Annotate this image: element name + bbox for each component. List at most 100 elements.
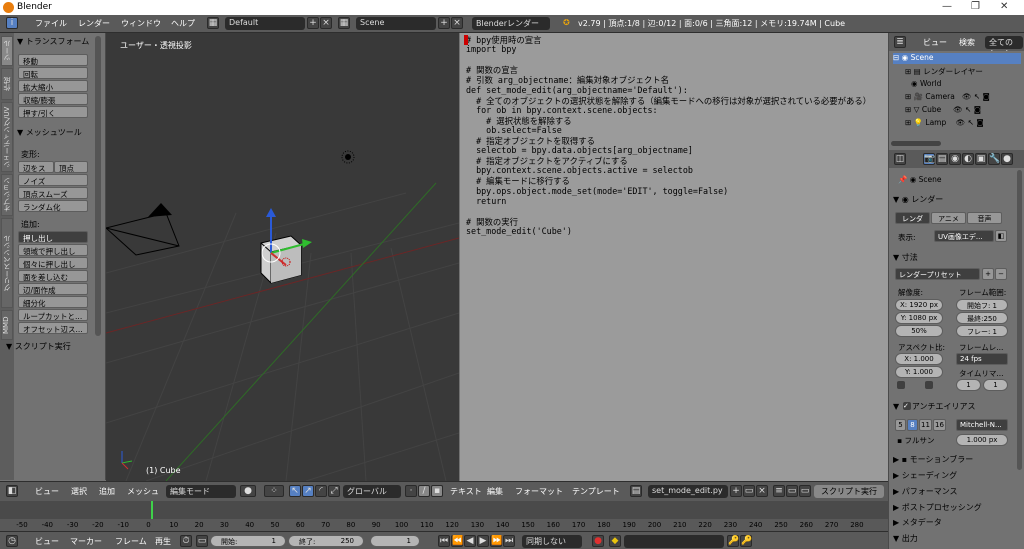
start-end-lock-icon[interactable]: ▭ — [196, 535, 208, 547]
text-menu-format[interactable]: フォーマット — [515, 486, 563, 497]
subdivide-button[interactable]: 細分化 — [18, 296, 88, 308]
manipulator-toggle-icon[interactable]: ↖ — [289, 485, 301, 497]
outliner-scrollbar[interactable] — [891, 141, 941, 146]
randomize-button[interactable]: ランダム化 — [18, 200, 88, 212]
outliner-item-camera[interactable]: ⊞ 🎥 Camera 👁 ↖ ◙ — [905, 92, 990, 101]
frame-end-input[interactable]: 終了: 250 — [288, 535, 364, 547]
code-line[interactable]: set_mode_edit('Cube') — [466, 226, 572, 236]
resolution-x-field[interactable]: X: 1920 px — [895, 299, 943, 311]
frame-start-field[interactable]: 開始フ: 1 — [956, 299, 1008, 311]
preset-remove-button[interactable]: − — [995, 268, 1007, 280]
code-line[interactable]: import bpy — [466, 44, 516, 54]
antialiasing-panel-header[interactable]: ▼ ✓ アンチエイリアス — [893, 401, 976, 412]
unlink-text-button[interactable]: × — [756, 485, 768, 497]
sync-mode-select[interactable]: 同期しない — [522, 535, 582, 548]
shading-panel-header[interactable]: ▶ シェーディング — [893, 470, 957, 481]
info-editor-icon[interactable]: i — [6, 17, 18, 29]
timeline-menu-view[interactable]: ビュー — [35, 536, 59, 547]
maximize-button[interactable]: ❐ — [971, 1, 980, 12]
text-menu-edit[interactable]: 編集 — [487, 486, 503, 497]
metadata-panel-header[interactable]: ▶ メタデータ — [893, 517, 942, 528]
timeline[interactable]: -50 -40 -30 -20 -10 0 10 20 30 40 50 60 70 80 90 100 110… — [0, 501, 888, 531]
translate-button[interactable]: 移動 — [18, 54, 88, 66]
slide-edge-button[interactable]: 辺をス — [18, 161, 54, 173]
full-sample-checkbox[interactable]: ▪ フルサン — [897, 435, 934, 446]
crop-checkbox[interactable] — [925, 381, 933, 389]
tab-create[interactable]: 作成 — [1, 68, 13, 100]
mode-select[interactable]: 編集モード — [166, 485, 236, 498]
noise-button[interactable]: ノイズ — [18, 174, 88, 186]
smooth-vertex-button[interactable]: 頂点スムーズ — [18, 187, 88, 199]
syntax-highlight-toggle[interactable]: ▭ — [799, 485, 811, 497]
tab-options[interactable]: オプション — [1, 174, 13, 216]
code-line[interactable]: bpy.ops.object.mode_set(mode='EDIT', tog… — [466, 186, 728, 196]
scene-field[interactable]: Scene — [356, 17, 436, 30]
outliner-display-select[interactable]: 全てのシーン — [985, 36, 1023, 58]
current-frame-indicator[interactable] — [151, 501, 154, 519]
auto-keying-icon[interactable]: ● — [592, 535, 604, 547]
aa-filter-select[interactable]: Mitchell-N... — [956, 419, 1008, 431]
run-script-button[interactable]: スクリプト実行 — [814, 485, 884, 498]
viewport-menu-add[interactable]: 追加 — [99, 486, 115, 497]
code-line[interactable]: selectob = bpy.data.objects[arg_objectna… — [466, 145, 693, 155]
transform-orientation-select[interactable]: グローバル — [343, 485, 401, 498]
tab-mmd[interactable]: MMD — [1, 310, 13, 340]
motion-blur-panel-header[interactable]: ▶ ▪ モーションブラー — [893, 454, 973, 465]
insert-keyframe-icon[interactable]: 🔑 — [727, 535, 739, 547]
keying-set-field[interactable] — [624, 535, 724, 548]
outliner-item-render-layers[interactable]: ⊞ ▤ レンダーレイヤー — [905, 66, 983, 77]
loop-cut-button[interactable]: ループカットと... — [18, 309, 88, 321]
make-edge-face-button[interactable]: 辺/面作成 — [18, 283, 88, 295]
text-file-field[interactable]: set_mode_edit.py — [648, 485, 728, 498]
aa-samples-16[interactable]: 16 — [933, 419, 946, 431]
outliner-tree[interactable]: ⊟ ◉ Scene ⊞ ▤ レンダーレイヤー ◉ World ⊞ 🎥 Camer… — [889, 51, 1024, 146]
aspect-x-field[interactable]: X: 1.000 — [895, 353, 943, 365]
word-wrap-toggle[interactable]: ▭ — [786, 485, 798, 497]
resolution-percent-field[interactable]: 50% — [895, 325, 943, 337]
text-menu-templates[interactable]: テンプレート — [572, 486, 620, 497]
render-button[interactable]: レンダ — [895, 212, 930, 224]
3d-viewport[interactable]: ユーザー・透視投影 (1) Cube — [106, 33, 459, 481]
code-line[interactable]: ob.select=False — [466, 125, 562, 135]
open-text-button[interactable]: ▭ — [743, 485, 755, 497]
rotate-button[interactable]: 回転 — [18, 67, 88, 79]
toolshelf-scrollbar[interactable] — [95, 36, 101, 336]
layout-icon[interactable]: ▦ — [207, 17, 219, 29]
display-lock-icon[interactable]: ◧ — [995, 230, 1007, 242]
aa-filter-size-field[interactable]: 1.000 px — [956, 434, 1008, 446]
timeline-menu-frame[interactable]: フレーム — [115, 536, 147, 547]
outliner-menu-view[interactable]: ビュー — [923, 37, 947, 48]
scale-button[interactable]: 拡大縮小 — [18, 80, 88, 92]
properties-scrollbar[interactable] — [1017, 170, 1022, 470]
performance-panel-header[interactable]: ▶ パフォーマンス — [893, 486, 958, 497]
frame-rate-select[interactable]: 24 fps — [956, 353, 1008, 365]
outliner-menu-search[interactable]: 検索 — [959, 37, 975, 48]
outliner-item-scene[interactable]: ⊟ ◉ Scene — [893, 53, 1021, 64]
material-tab-icon[interactable]: ● — [1001, 153, 1013, 165]
audio-button[interactable]: 音声 — [967, 212, 1002, 224]
offset-edge-loop-button[interactable]: オフセット辺ス... — [18, 322, 88, 334]
play-icon[interactable]: ▶ — [477, 535, 489, 547]
tab-shading-uv[interactable]: シェーディング/UV — [1, 102, 13, 172]
render-preset-select[interactable]: レンダープリセット — [895, 268, 980, 280]
code-line[interactable]: for ob in bpy.context.scene.objects: — [466, 105, 658, 115]
display-select[interactable]: UV画像エデ... — [934, 230, 994, 242]
extrude-individual-button[interactable]: 個々に押し出し — [18, 257, 88, 269]
keying-set-icon[interactable]: ◆ — [609, 535, 621, 547]
modifier-tab-icon[interactable]: 🔧 — [988, 153, 1000, 165]
aspect-y-field[interactable]: Y: 1.000 — [895, 366, 943, 378]
translate-manipulator-icon[interactable]: ↗ — [302, 485, 314, 497]
scene-add-button[interactable]: + — [438, 17, 450, 29]
timeline-editor-icon[interactable]: ◷ — [6, 535, 18, 547]
object-tab-icon[interactable]: ▣ — [975, 153, 987, 165]
minimize-button[interactable]: — — [942, 1, 952, 12]
layout-add-button[interactable]: + — [307, 17, 319, 29]
shrink-fatten-button[interactable]: 収縮/膨張 — [18, 93, 88, 105]
cube-object[interactable] — [260, 235, 302, 284]
animation-button[interactable]: アニメ — [931, 212, 966, 224]
output-panel-header[interactable]: ▼ 出力 — [893, 533, 918, 544]
rotate-manipulator-icon[interactable]: ◜ — [315, 485, 327, 497]
layout-remove-button[interactable]: × — [320, 17, 332, 29]
menu-render[interactable]: レンダー — [78, 18, 110, 29]
menu-file[interactable]: ファイル — [35, 18, 67, 29]
